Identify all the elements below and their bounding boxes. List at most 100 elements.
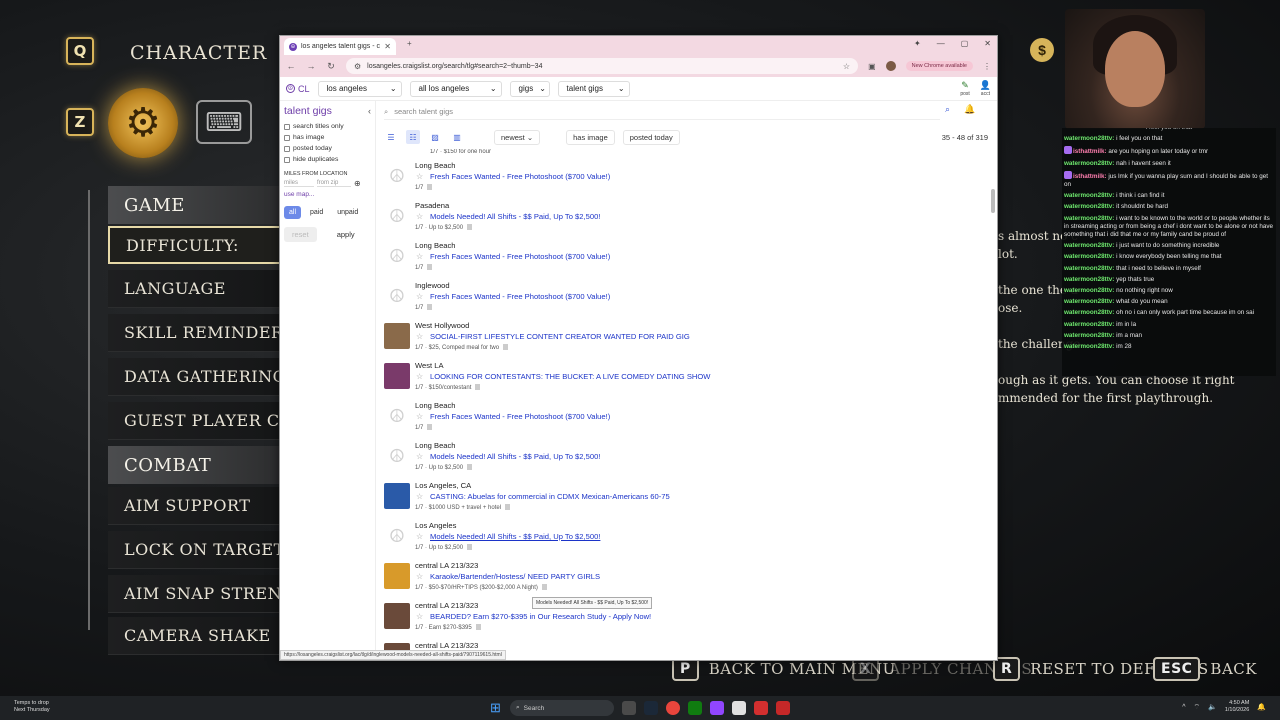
- menu-guest-player-color[interactable]: GUEST PLAYER COLOR HIGHL: [108, 402, 288, 440]
- placeholder-peace-icon[interactable]: ☮: [384, 443, 410, 469]
- cl-logo[interactable]: ☮ CL: [286, 84, 310, 94]
- favorite-star-icon[interactable]: ☆: [416, 572, 423, 581]
- chat-username[interactable]: watermoon28ttv:: [1064, 203, 1114, 210]
- search-input[interactable]: ⌕ search talent gigs: [384, 104, 940, 120]
- address-bar[interactable]: ⚙ losangeles.craigslist.org/search/tlg#s…: [346, 58, 859, 74]
- chat-username[interactable]: isthattmilk:: [1073, 148, 1107, 155]
- thumb-view-icon[interactable]: ☷: [406, 130, 420, 144]
- has-image-checkbox[interactable]: has image: [284, 132, 371, 143]
- hide-trash-icon[interactable]: [505, 504, 511, 510]
- clock[interactable]: 4:50 AM 1/10/2026: [1225, 700, 1249, 714]
- result-title-link[interactable]: Fresh Faces Wanted - Free Photoshoot ($7…: [430, 412, 610, 421]
- chevron-up-icon[interactable]: ^: [1182, 704, 1185, 711]
- search-submit-icon[interactable]: ⌕: [945, 104, 950, 115]
- posted-today-checkbox[interactable]: posted today: [284, 143, 371, 154]
- chat-username[interactable]: watermoon28ttv:: [1064, 242, 1114, 249]
- favorite-star-icon[interactable]: ☆: [416, 372, 423, 381]
- menu-camera-shake[interactable]: CAMERA SHAKE: [108, 617, 288, 655]
- chat-username[interactable]: watermoon28ttv:: [1064, 135, 1114, 142]
- result-thumbnail[interactable]: [384, 323, 410, 349]
- posted-today-filter-button[interactable]: posted today: [622, 129, 680, 145]
- sparkle-icon[interactable]: ✦: [914, 39, 921, 48]
- minimize-icon[interactable]: —: [937, 39, 945, 48]
- chat-username[interactable]: isthattmilk:: [1073, 173, 1107, 180]
- section-select[interactable]: gigs ⌄: [509, 80, 550, 97]
- chat-username[interactable]: watermoon28ttv:: [1064, 253, 1114, 260]
- favorite-star-icon[interactable]: ☆: [416, 292, 423, 301]
- result-thumbnail[interactable]: [384, 483, 410, 509]
- key-z-icon[interactable]: Z: [66, 108, 94, 136]
- sort-select[interactable]: newest ⌄: [494, 129, 541, 145]
- hide-trash-icon[interactable]: [427, 304, 433, 310]
- favorite-star-icon[interactable]: ☆: [416, 452, 423, 461]
- chat-username[interactable]: watermoon28ttv:: [1064, 215, 1114, 222]
- menu-difficulty[interactable]: DIFFICULTY:: [108, 226, 288, 264]
- pay-unpaid-toggle[interactable]: unpaid: [332, 206, 363, 219]
- bookmark-star-icon[interactable]: ☆: [843, 62, 850, 71]
- favorite-star-icon[interactable]: ☆: [416, 172, 423, 181]
- notifications-bell-icon[interactable]: 🔔: [1257, 703, 1266, 711]
- result-title-link[interactable]: CASTING: Abuelas for commercial in CDMX …: [430, 492, 670, 501]
- chat-username[interactable]: watermoon28ttv:: [1064, 298, 1114, 305]
- result-title-link[interactable]: Karaoke/Bartender/Hostess/ NEED PARTY GI…: [430, 572, 600, 581]
- category-select[interactable]: talent gigs ⌄: [557, 80, 630, 97]
- menu-scrollbar[interactable]: [88, 190, 90, 630]
- hide-trash-icon[interactable]: [427, 264, 433, 270]
- chrome-icon[interactable]: [666, 701, 680, 715]
- xbox-icon[interactable]: [688, 701, 702, 715]
- kebab-menu-icon[interactable]: ⋮: [983, 62, 991, 71]
- extensions-icon[interactable]: ▣: [868, 62, 876, 71]
- back-arrow-icon[interactable]: ←: [286, 61, 296, 71]
- placeholder-peace-icon[interactable]: ☮: [384, 243, 410, 269]
- new-chrome-available-button[interactable]: New Chrome available: [905, 61, 973, 71]
- hide-trash-icon[interactable]: [427, 424, 433, 430]
- maximize-icon[interactable]: ▢: [961, 39, 969, 48]
- close-window-icon[interactable]: ✕: [984, 39, 991, 48]
- result-title-link[interactable]: Fresh Faces Wanted - Free Photoshoot ($7…: [430, 292, 610, 301]
- pay-paid-toggle[interactable]: paid: [305, 206, 328, 219]
- placeholder-peace-icon[interactable]: ☮: [384, 523, 410, 549]
- menu-data-gathering[interactable]: DATA GATHERING: [108, 358, 288, 396]
- hide-trash-icon[interactable]: [467, 224, 473, 230]
- chat-username[interactable]: watermoon28ttv:: [1064, 287, 1114, 294]
- file-explorer-icon[interactable]: [622, 701, 636, 715]
- account-button[interactable]: 👤 acct: [980, 80, 991, 97]
- hide-trash-icon[interactable]: [427, 184, 433, 190]
- placeholder-peace-icon[interactable]: ☮: [384, 203, 410, 229]
- keyboard-icon[interactable]: ⌨: [196, 100, 252, 144]
- favorite-star-icon[interactable]: ☆: [416, 252, 423, 261]
- new-tab-plus-icon[interactable]: +: [407, 39, 412, 48]
- chat-username[interactable]: watermoon28ttv:: [1064, 343, 1114, 350]
- result-title-link[interactable]: Fresh Faces Wanted - Free Photoshoot ($7…: [430, 252, 610, 261]
- gallery-view-icon[interactable]: ▨: [428, 130, 442, 144]
- alert-bell-icon[interactable]: 🔔: [964, 104, 975, 115]
- result-title-link[interactable]: Models Needed! All Shifts - $$ Paid, Up …: [430, 532, 600, 541]
- menu-aim-support[interactable]: AIM SUPPORT: [108, 487, 288, 525]
- area-select[interactable]: los angeles ⌄: [317, 80, 402, 97]
- favorite-star-icon[interactable]: ☆: [416, 612, 423, 621]
- hide-trash-icon[interactable]: [475, 624, 481, 630]
- reload-icon[interactable]: ↻: [326, 61, 336, 72]
- placeholder-peace-icon[interactable]: ☮: [384, 403, 410, 429]
- weather-widget[interactable]: Temps to drop Next Thursday: [14, 700, 50, 714]
- favorite-star-icon[interactable]: ☆: [416, 412, 423, 421]
- volume-icon[interactable]: 🔈: [1208, 703, 1217, 711]
- hide-trash-icon[interactable]: [475, 384, 481, 390]
- chat-username[interactable]: watermoon28ttv:: [1064, 332, 1114, 339]
- twitch-icon[interactable]: [710, 701, 724, 715]
- chat-username[interactable]: watermoon28ttv:: [1064, 265, 1114, 272]
- reset-button[interactable]: reset: [284, 227, 317, 242]
- hide-trash-icon[interactable]: [503, 344, 509, 350]
- result-title-link[interactable]: Models Needed! All Shifts - $$ Paid, Up …: [430, 452, 600, 461]
- locate-crosshair-icon[interactable]: ⊕: [354, 179, 361, 188]
- result-title-link[interactable]: SOCIAL-FIRST LIFESTYLE CONTENT CREATOR W…: [430, 332, 690, 341]
- placeholder-peace-icon[interactable]: ☮: [384, 163, 410, 189]
- chat-username[interactable]: watermoon28ttv:: [1064, 321, 1114, 328]
- app-icon[interactable]: [732, 701, 746, 715]
- settings-gear-icon[interactable]: ⚙: [108, 88, 178, 158]
- subarea-select[interactable]: all los angeles ⌄: [409, 80, 502, 97]
- list-view-icon[interactable]: ☰: [384, 130, 398, 144]
- chat-username[interactable]: watermoon28ttv:: [1064, 160, 1114, 167]
- hide-trash-icon[interactable]: [467, 464, 473, 470]
- hide-trash-icon[interactable]: [541, 584, 547, 590]
